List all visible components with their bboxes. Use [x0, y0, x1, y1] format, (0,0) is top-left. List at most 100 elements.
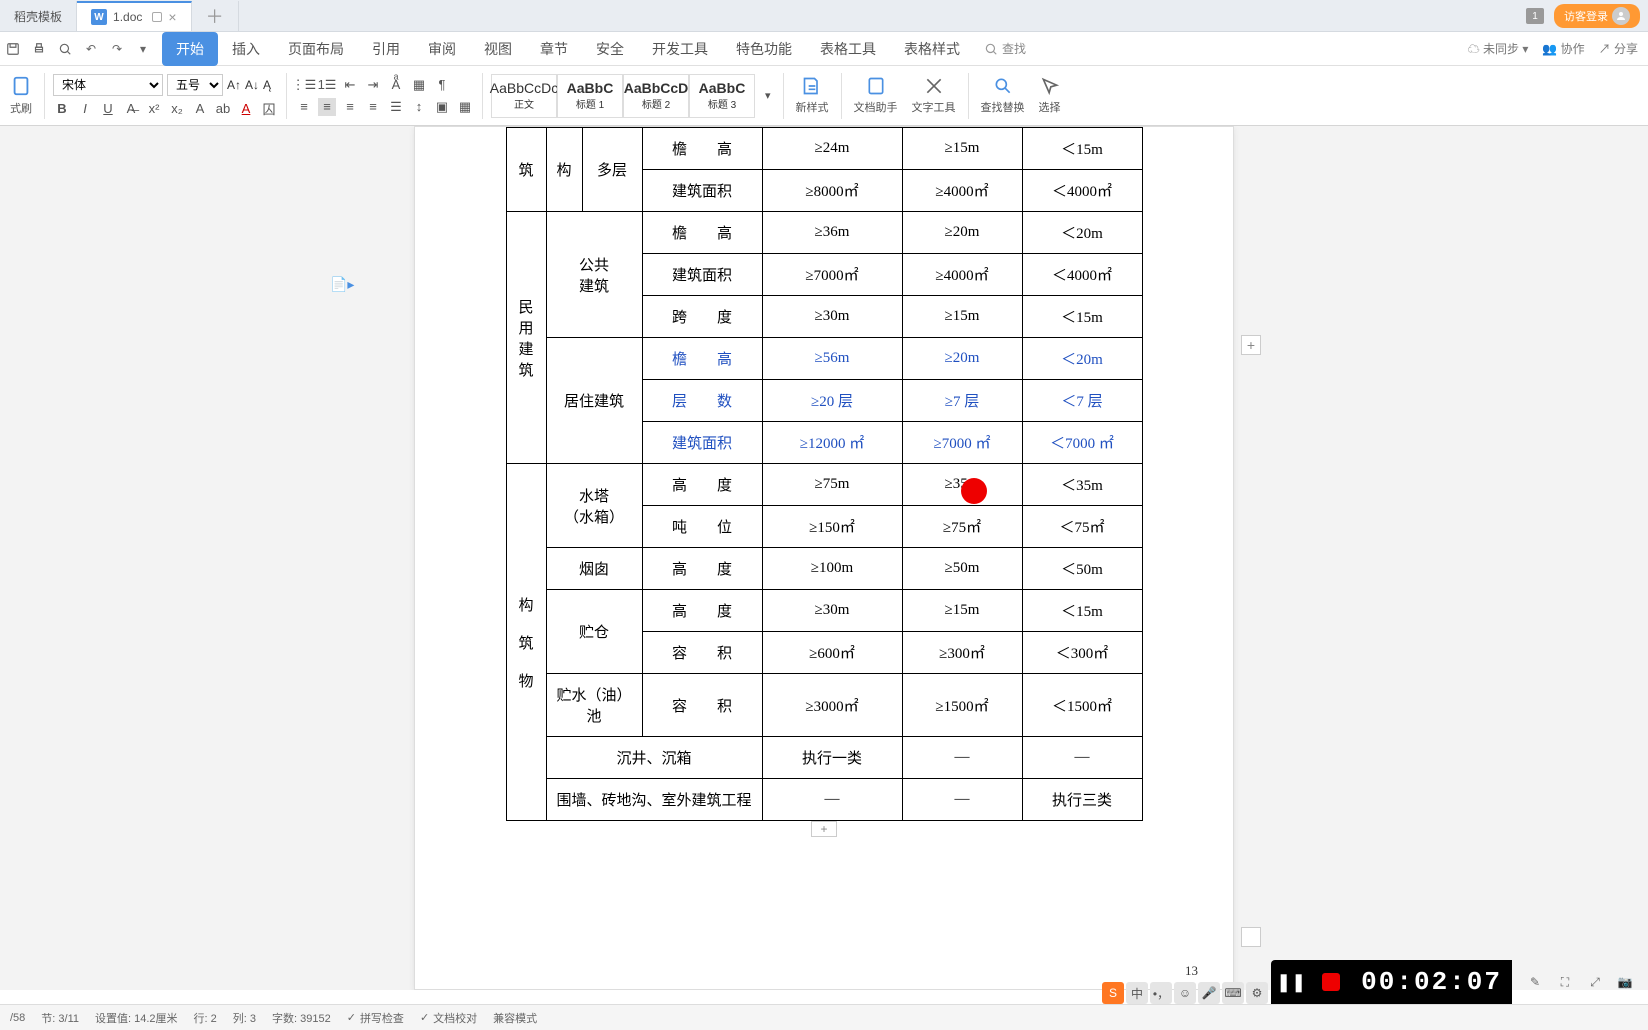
tab-chapter[interactable]: 章节	[526, 32, 582, 66]
new-tab-button[interactable]: ＋	[192, 1, 239, 31]
style-h3[interactable]: AaBbC标题 3	[689, 74, 755, 118]
preview-icon[interactable]	[56, 40, 74, 58]
indent-inc-icon[interactable]: ⇥	[364, 76, 382, 94]
add-column-button[interactable]: +	[1241, 335, 1261, 355]
font-size-select[interactable]: 五号	[167, 74, 223, 96]
tab-reference[interactable]: 引用	[358, 32, 414, 66]
close-icon[interactable]: ×	[168, 9, 176, 25]
borders-icon[interactable]: ▦	[456, 98, 474, 116]
section-indicator[interactable]: 节: 3/11	[41, 1010, 79, 1026]
tab-devtools[interactable]: 开发工具	[638, 32, 722, 66]
word-count[interactable]: 字数: 39152	[272, 1010, 331, 1026]
phonetic-icon[interactable]: Aͣ	[387, 76, 405, 94]
underline-icon[interactable]: U	[99, 100, 117, 118]
page-number: 13	[1185, 963, 1198, 979]
fullscreen-icon[interactable]: ⛶	[1550, 967, 1580, 997]
style-normal[interactable]: AaBbCcDc正文	[491, 74, 557, 118]
style-more[interactable]: ▾	[761, 89, 775, 102]
highlight-icon[interactable]: ab	[214, 100, 232, 118]
font-effect-icon[interactable]: A	[191, 100, 209, 118]
redo-icon[interactable]: ↷	[108, 40, 126, 58]
ime-settings-icon[interactable]: ⚙	[1246, 982, 1268, 1004]
minimize-icon[interactable]: ⤢	[1580, 967, 1610, 997]
char-border-icon[interactable]: 囚	[260, 100, 278, 118]
line-spacing-icon[interactable]: ↕	[410, 98, 428, 116]
bullet-list-icon[interactable]: ⋮☰	[295, 76, 313, 94]
ime-toolbar[interactable]: S 中 •， ☺ 🎤 ⌨ ⚙	[1102, 982, 1268, 1004]
align-justify-icon[interactable]: ≡	[364, 98, 382, 116]
marks-icon[interactable]: ¶	[433, 76, 451, 94]
annotate-icon[interactable]: ✎	[1520, 967, 1550, 997]
stop-button[interactable]	[1311, 960, 1351, 1004]
sync-status[interactable]: ☁ 未同步 ▾	[1468, 40, 1529, 57]
login-button[interactable]: 访客登录	[1554, 4, 1640, 28]
screen-recorder: ❚❚ 00:02:07 ✎ ⛶ ⤢ 📷	[1271, 960, 1648, 1004]
distribute-icon[interactable]: ☰	[387, 98, 405, 116]
style-h2[interactable]: AaBbCcD标题 2	[623, 74, 689, 118]
page-indicator[interactable]: /58	[10, 1012, 25, 1024]
search-box[interactable]: 查找	[984, 40, 1026, 57]
table-row: 民用建筑 公共建筑 檐 高 ≥36m ≥20m ＜20m	[506, 212, 1142, 254]
pause-button[interactable]: ❚❚	[1271, 960, 1311, 1004]
dropdown-icon[interactable]: ▾	[134, 40, 152, 58]
expand-table-icon[interactable]	[1241, 927, 1261, 947]
italic-icon[interactable]: I	[76, 100, 94, 118]
tab-menu-icon[interactable]	[152, 12, 162, 22]
align-left-icon[interactable]: ≡	[295, 98, 313, 116]
ime-keyboard-icon[interactable]: ⌨	[1222, 982, 1244, 1004]
tab-document[interactable]: W 1.doc ×	[77, 1, 192, 31]
spellcheck-button[interactable]: ✓ 拼写检查	[347, 1010, 404, 1026]
find-replace[interactable]: 查找替换	[977, 76, 1029, 115]
tab-tablestyle[interactable]: 表格样式	[890, 32, 974, 66]
undo-icon[interactable]: ↶	[82, 40, 100, 58]
doc-assistant[interactable]: 文档助手	[850, 76, 902, 115]
proofread-button[interactable]: ✓ 文档校对	[420, 1010, 477, 1026]
align-right-icon[interactable]: ≡	[341, 98, 359, 116]
number-list-icon[interactable]: 1☰	[318, 76, 336, 94]
tab-tabletools[interactable]: 表格工具	[806, 32, 890, 66]
clear-format-icon[interactable]: Ą	[263, 78, 271, 92]
subscript-icon[interactable]: x₂	[168, 100, 186, 118]
grow-font-icon[interactable]: A↑	[227, 78, 241, 92]
add-row-button[interactable]: +	[811, 821, 837, 837]
font-color-icon[interactable]: A	[237, 100, 255, 118]
camera-icon[interactable]: 📷	[1610, 967, 1640, 997]
tab-template[interactable]: 稻壳模板	[0, 1, 77, 31]
bold-icon[interactable]: B	[53, 100, 71, 118]
share-button[interactable]: ↗ 分享	[1599, 40, 1638, 57]
char-shading-icon[interactable]: ▦	[410, 76, 428, 94]
notification-badge[interactable]: 1	[1526, 8, 1544, 24]
save-icon[interactable]	[4, 40, 22, 58]
document-area[interactable]: 📄▸ + 筑 构 多层 檐 高 ≥24m ≥15m ＜15m 建筑面积 ≥800…	[0, 126, 1648, 990]
tab-home[interactable]: 开始	[162, 32, 218, 66]
tab-view[interactable]: 视图	[470, 32, 526, 66]
style-h1[interactable]: AaBbC标题 1	[557, 74, 623, 118]
font-name-select[interactable]: 宋体	[53, 74, 163, 96]
collab-button[interactable]: 👥 协作	[1542, 40, 1584, 57]
print-icon[interactable]	[30, 40, 48, 58]
tab-layout[interactable]: 页面布局	[274, 32, 358, 66]
tab-insert[interactable]: 插入	[218, 32, 274, 66]
select-tool[interactable]: 选择	[1035, 76, 1065, 115]
paste-icon[interactable]	[10, 75, 32, 97]
ime-lang-icon[interactable]: 中	[1126, 982, 1148, 1004]
new-style[interactable]: 新样式	[792, 76, 833, 115]
shrink-font-icon[interactable]: A↓	[245, 78, 259, 92]
cursor-indicator	[961, 478, 987, 504]
shading-icon[interactable]: ▣	[433, 98, 451, 116]
superscript-icon[interactable]: x²	[145, 100, 163, 118]
ime-logo-icon[interactable]: S	[1102, 982, 1124, 1004]
strike-icon[interactable]: A̶	[122, 100, 140, 118]
tab-review[interactable]: 审阅	[414, 32, 470, 66]
align-center-icon[interactable]: ≡	[318, 98, 336, 116]
style-gallery[interactable]: AaBbCcDc正文 AaBbC标题 1 AaBbCcD标题 2 AaBbC标题…	[491, 74, 755, 118]
text-tool[interactable]: 文字工具	[908, 76, 960, 115]
ime-punct-icon[interactable]: •，	[1150, 982, 1172, 1004]
tab-security[interactable]: 安全	[582, 32, 638, 66]
indent-dec-icon[interactable]: ⇤	[341, 76, 359, 94]
ime-emoji-icon[interactable]: ☺	[1174, 982, 1196, 1004]
data-table[interactable]: 筑 构 多层 檐 高 ≥24m ≥15m ＜15m 建筑面积 ≥8000㎡ ≥4…	[506, 127, 1143, 821]
doc-assist-icon	[866, 76, 886, 96]
tab-features[interactable]: 特色功能	[722, 32, 806, 66]
ime-voice-icon[interactable]: 🎤	[1198, 982, 1220, 1004]
